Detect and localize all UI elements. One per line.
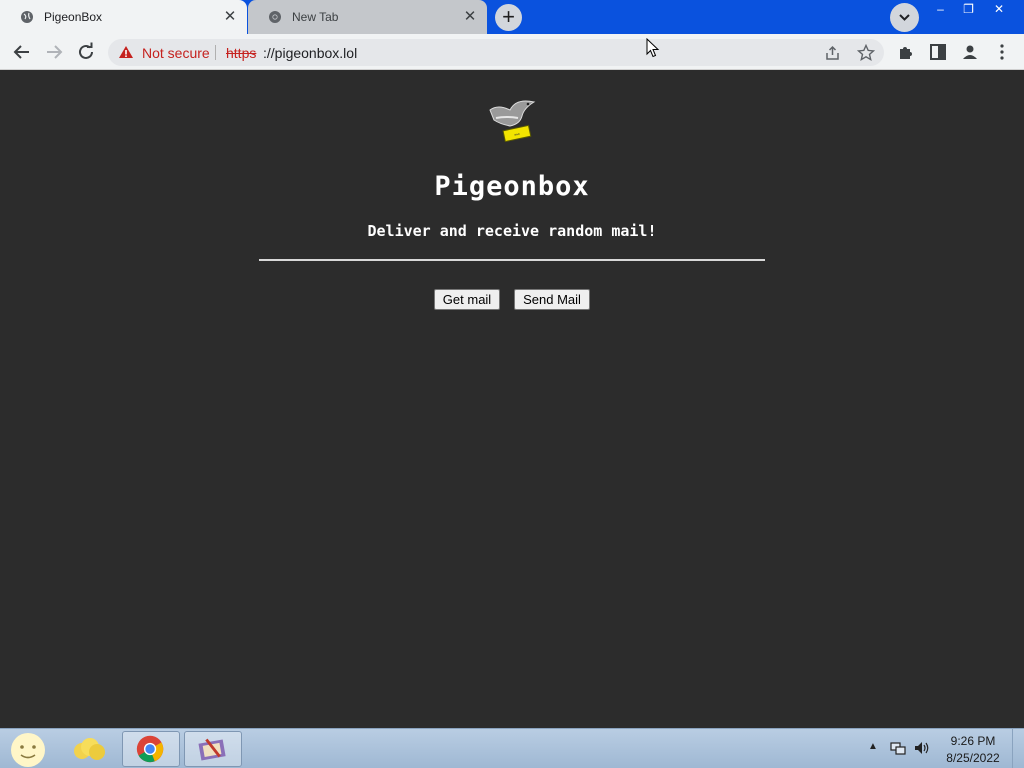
mouse-cursor-icon xyxy=(646,38,660,58)
taskbar: ▲ 9:26 PM 8/25/2022 xyxy=(0,728,1024,768)
site-title: Pigeonbox xyxy=(434,171,590,202)
show-desktop-button[interactable] xyxy=(1012,729,1024,768)
close-tab-icon[interactable]: ✕ xyxy=(461,8,479,26)
tab-new-tab[interactable]: New Tab ✕ xyxy=(248,0,487,34)
page-content: *** Pigeonbox Deliver and receive random… xyxy=(0,71,1024,728)
folder-icon xyxy=(74,738,105,760)
reload-icon[interactable] xyxy=(74,40,98,64)
menu-icon[interactable] xyxy=(990,40,1014,64)
share-icon[interactable] xyxy=(824,44,842,62)
tab-pigeonbox[interactable]: PigeonBox ✕ xyxy=(0,0,247,34)
paint-icon xyxy=(198,738,226,761)
tab-title: PigeonBox xyxy=(44,10,103,24)
browser-toolbar: Not secure https ://pigeonbox.lol xyxy=(0,34,1024,70)
close-tab-icon[interactable]: ✕ xyxy=(221,8,239,26)
warning-icon[interactable] xyxy=(118,45,134,59)
chrome-icon xyxy=(269,11,281,23)
bookmark-star-icon[interactable] xyxy=(857,44,875,62)
tab-title: New Tab xyxy=(292,10,339,24)
send-mail-button[interactable]: Send Mail xyxy=(514,289,590,310)
not-secure-label[interactable]: Not secure xyxy=(142,45,210,61)
forward-icon[interactable] xyxy=(42,40,66,64)
url-text: ://pigeonbox.lol xyxy=(263,45,358,61)
side-panel-icon[interactable] xyxy=(926,40,950,64)
clock-time[interactable]: 9:26 PM xyxy=(940,734,1006,748)
site-tagline: Deliver and receive random mail! xyxy=(367,222,657,240)
clock-date[interactable]: 8/25/2022 xyxy=(940,751,1006,765)
chrome-icon xyxy=(136,735,164,763)
taskbar-chrome[interactable] xyxy=(122,731,180,767)
back-icon[interactable] xyxy=(10,40,34,64)
extensions-icon[interactable] xyxy=(894,40,918,64)
close-window-button[interactable]: ✕ xyxy=(984,0,1014,18)
tab-search-button[interactable] xyxy=(890,3,919,32)
taskbar-file-explorer[interactable] xyxy=(60,731,118,767)
globe-icon xyxy=(21,11,33,23)
tray-overflow-icon[interactable]: ▲ xyxy=(868,741,878,752)
pigeon-logo-icon: *** xyxy=(489,100,536,143)
address-bar[interactable]: Not secure https ://pigeonbox.lol xyxy=(108,39,884,66)
start-button[interactable] xyxy=(4,731,50,767)
browser-titlebar: PigeonBox ✕ New Tab ✕ + – ❐ ✕ xyxy=(0,0,1024,34)
volume-icon[interactable] xyxy=(913,740,931,756)
minimize-button[interactable]: – xyxy=(926,0,955,18)
divider xyxy=(259,259,765,261)
url-scheme: https xyxy=(226,45,257,61)
network-icon[interactable] xyxy=(890,740,906,756)
taskbar-paint[interactable] xyxy=(184,731,242,767)
profile-icon[interactable] xyxy=(958,40,982,64)
get-mail-button[interactable]: Get mail xyxy=(434,289,500,310)
start-smiley-icon xyxy=(11,733,45,767)
new-tab-button[interactable]: + xyxy=(495,4,522,31)
restore-button[interactable]: ❐ xyxy=(954,0,983,18)
chevron-down-icon xyxy=(899,14,910,21)
omnibox-divider xyxy=(215,45,216,60)
